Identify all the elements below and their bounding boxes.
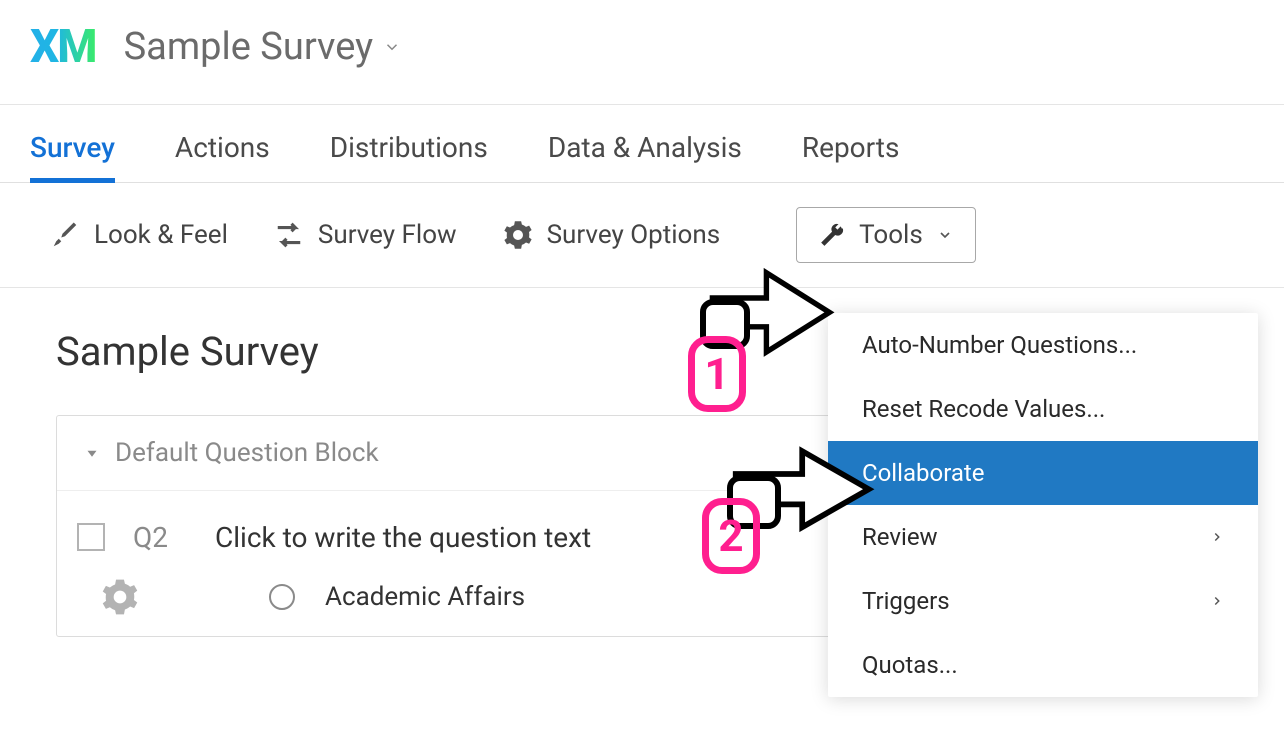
menu-label: Triggers <box>862 587 950 615</box>
question-number: Q2 <box>133 521 187 554</box>
main-tabs: Survey Actions Distributions Data & Anal… <box>0 105 1284 183</box>
flow-icon <box>274 220 304 250</box>
menu-reset-recode[interactable]: Reset Recode Values... <box>828 377 1258 441</box>
tab-reports[interactable]: Reports <box>802 111 900 182</box>
chevron-down-icon <box>937 227 953 243</box>
question-select-checkbox[interactable] <box>77 523 105 551</box>
tools-menu: Auto-Number Questions... Reset Recode Va… <box>828 313 1258 697</box>
tab-data-analysis[interactable]: Data & Analysis <box>548 111 742 182</box>
menu-triggers[interactable]: Triggers <box>828 569 1258 633</box>
wrench-icon <box>819 222 845 248</box>
block-name: Default Question Block <box>115 438 379 468</box>
survey-flow-label: Survey Flow <box>318 220 457 250</box>
menu-quotas[interactable]: Quotas... <box>828 633 1258 697</box>
project-name: Sample Survey <box>124 25 374 69</box>
tools-dropdown-button[interactable]: Tools <box>796 207 976 263</box>
survey-options-button[interactable]: Survey Options <box>503 220 721 250</box>
tab-distributions[interactable]: Distributions <box>330 111 488 182</box>
survey-toolbar: Look & Feel Survey Flow Survey Options T… <box>0 183 1284 288</box>
project-dropdown[interactable]: Sample Survey <box>124 25 402 69</box>
app-header: XM Sample Survey <box>0 0 1284 105</box>
menu-collaborate[interactable]: Collaborate <box>828 441 1258 505</box>
menu-label: Collaborate <box>862 459 985 487</box>
look-feel-label: Look & Feel <box>94 220 228 250</box>
question-gear-icon[interactable] <box>101 578 139 616</box>
paintbrush-icon <box>50 220 80 250</box>
menu-label: Quotas... <box>862 651 958 679</box>
choice-radio[interactable] <box>269 584 295 610</box>
choice-label[interactable]: Academic Affairs <box>325 582 525 612</box>
survey-flow-button[interactable]: Survey Flow <box>274 220 457 250</box>
question-text[interactable]: Click to write the question text <box>215 521 591 554</box>
tab-survey[interactable]: Survey <box>30 111 115 182</box>
menu-label: Review <box>862 523 938 551</box>
chevron-right-icon <box>1210 594 1224 608</box>
chevron-down-icon <box>383 38 401 56</box>
look-feel-button[interactable]: Look & Feel <box>50 220 228 250</box>
menu-label: Auto-Number Questions... <box>862 331 1137 359</box>
menu-auto-number[interactable]: Auto-Number Questions... <box>828 313 1258 377</box>
menu-label: Reset Recode Values... <box>862 395 1105 423</box>
logo: XM <box>30 20 96 74</box>
triangle-down-icon <box>83 444 101 462</box>
tab-actions[interactable]: Actions <box>175 111 270 182</box>
tools-label: Tools <box>859 220 923 250</box>
survey-options-label: Survey Options <box>547 220 721 250</box>
gear-icon <box>503 220 533 250</box>
menu-review[interactable]: Review <box>828 505 1258 569</box>
chevron-right-icon <box>1210 530 1224 544</box>
